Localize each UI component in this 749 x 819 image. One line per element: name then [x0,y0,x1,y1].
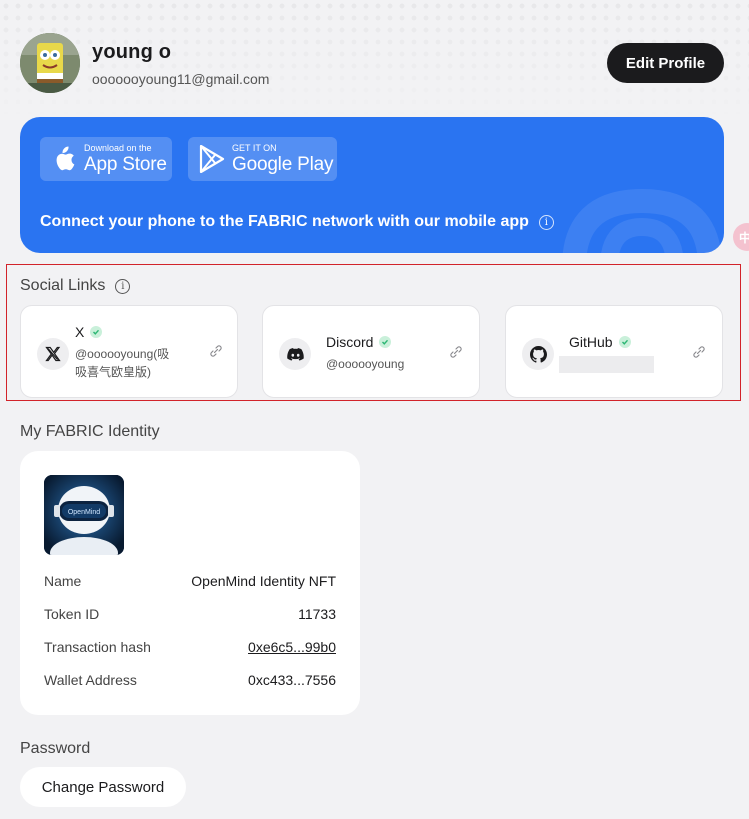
avatar [20,33,80,93]
x-logo-icon [37,338,69,370]
token-id-label: Token ID [44,606,100,622]
unlink-icon[interactable] [208,343,224,359]
verified-check-icon [90,326,103,338]
identity-card: OpenMind Name OpenMind Identity NFT Toke… [20,451,360,715]
info-icon[interactable]: i [538,214,554,230]
social-card-x[interactable]: X @oooooyoung(吸吸喜气欧皇版) [20,305,238,398]
social-card-discord[interactable]: Discord @oooooyoung [262,305,480,398]
social-handle: @oooooyoung [326,357,405,371]
app-store-button[interactable]: Download on the App Store [40,137,172,181]
fabric-logo-watermark-icon [562,188,722,253]
social-handle: @oooooyoung(吸吸喜气欧皇版) [75,347,170,379]
github-icon [522,338,554,370]
app-store-small-text: Download on the [84,143,152,153]
social-card-github[interactable]: GitHub [505,305,723,398]
password-title: Password [20,740,91,757]
name-value: OpenMind Identity NFT [191,573,336,589]
nft-caption: OpenMind [68,509,100,516]
unlink-icon[interactable] [691,344,707,360]
info-icon[interactable]: i [115,278,131,294]
google-play-small-text: GET IT ON [232,143,277,153]
social-name-text: Discord [326,334,374,350]
banner-message: Connect your phone to the FABRIC network… [40,213,554,231]
change-password-button[interactable]: Change Password [20,767,186,807]
transaction-hash-label: Transaction hash [44,639,151,655]
social-links-title-text: Social Links [20,277,106,294]
wallet-address-value: 0xc433...7556 [248,672,336,688]
token-id-value: 11733 [298,606,336,622]
transaction-hash-link[interactable]: 0xe6c5...99b0 [248,639,336,655]
google-play-label: Google Play [232,154,334,175]
social-name: GitHub [569,334,631,350]
profile-email: ooooooyoung11@gmail.com [92,71,270,87]
google-play-button[interactable]: GET IT ON Google Play [188,137,337,181]
nft-image: OpenMind [44,475,124,555]
social-name-text: GitHub [569,334,613,350]
identity-title: My FABRIC Identity [20,423,160,440]
mobile-app-banner: Download on the App Store GET IT ON Goog… [20,117,724,253]
social-name: Discord [326,334,392,350]
discord-icon [279,338,311,370]
social-name-text: X [75,324,85,340]
google-play-icon [198,145,226,173]
redacted-handle [559,356,654,373]
unlink-icon[interactable] [448,344,464,360]
verified-check-icon [618,336,631,348]
banner-message-text: Connect your phone to the FABRIC network… [40,213,529,230]
profile-name: young o [92,41,172,63]
wallet-address-label: Wallet Address [44,672,137,688]
app-store-label: App Store [84,154,167,175]
edit-profile-button[interactable]: Edit Profile [607,43,724,83]
verified-check-icon [379,336,392,348]
social-links-title: Social Links i [20,277,131,295]
social-name: X [75,324,103,340]
name-label: Name [44,573,82,589]
apple-icon [50,145,78,173]
language-badge[interactable]: 中 [733,223,749,251]
